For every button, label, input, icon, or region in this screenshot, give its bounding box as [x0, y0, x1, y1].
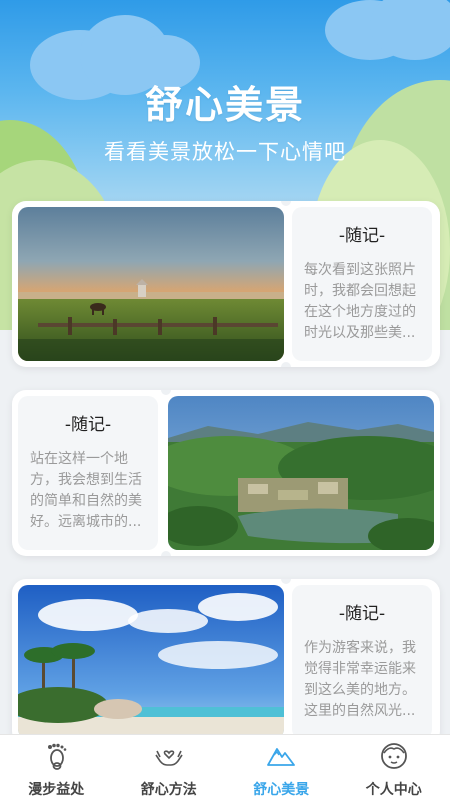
note-title: -随记- [304, 599, 420, 624]
ticket-notch [161, 551, 171, 556]
note-panel: -随记- 站在这样一个地方，我会想到生活的简单和自然的美好。远离城市的... [18, 396, 158, 550]
note-panel: -随记- 每次看到这张照片时，我都会回想起在这个地方度过的时光以及那些美... [292, 207, 432, 361]
tab-relax-methods[interactable]: 舒心方法 [113, 735, 226, 801]
sunset-meadow-photo [18, 207, 284, 361]
note-text: 站在这样一个地方，我会想到生活的简单和自然的美好。远离城市的... [30, 449, 146, 533]
tab-scenery[interactable]: 舒心美景 [225, 735, 338, 801]
note-text: 作为游客来说，我觉得非常幸运能来到这么美的地方。这里的自然风光... [304, 638, 420, 722]
mountain-icon [266, 741, 296, 771]
green-valley-image [168, 396, 434, 550]
green-valley-lake-photo [168, 396, 434, 550]
sunset-meadow-image [18, 207, 284, 361]
tab-profile[interactable]: 个人中心 [338, 735, 450, 801]
tab-label: 漫步益处 [28, 779, 84, 799]
tropical-beach-image [18, 585, 284, 739]
scenery-card[interactable]: -随记- 作为游客来说，我觉得非常幸运能来到这么美的地方。这里的自然风光... [12, 579, 440, 745]
ticket-notch [281, 362, 291, 367]
smiley-face-icon [379, 741, 409, 771]
note-text: 每次看到这张照片时，我都会回想起在这个地方度过的时光以及那些美... [304, 260, 420, 344]
page-subtitle: 看看美景放松一下心情吧 [0, 136, 450, 166]
ticket-notch [281, 201, 291, 206]
tab-label: 个人中心 [366, 779, 422, 799]
bottom-tab-bar: 漫步益处 舒心方法 舒心美景 个人中心 [0, 734, 450, 801]
tab-walking-benefits[interactable]: 漫步益处 [0, 735, 113, 801]
note-title: -随记- [304, 221, 420, 246]
footprint-icon [41, 741, 71, 771]
scenery-card[interactable]: -随记- 站在这样一个地方，我会想到生活的简单和自然的美好。远离城市的... [12, 390, 440, 556]
tropical-beach-photo [18, 585, 284, 739]
ticket-notch [161, 390, 171, 395]
note-title: -随记- [30, 410, 146, 435]
scenery-card[interactable]: -随记- 每次看到这张照片时，我都会回想起在这个地方度过的时光以及那些美... [12, 201, 440, 367]
hands-heart-icon [154, 741, 184, 771]
note-panel: -随记- 作为游客来说，我觉得非常幸运能来到这么美的地方。这里的自然风光... [292, 585, 432, 739]
tab-label: 舒心方法 [141, 779, 197, 799]
tab-label: 舒心美景 [253, 779, 309, 799]
page-title: 舒心美景 [0, 74, 450, 129]
ticket-notch [281, 579, 291, 584]
